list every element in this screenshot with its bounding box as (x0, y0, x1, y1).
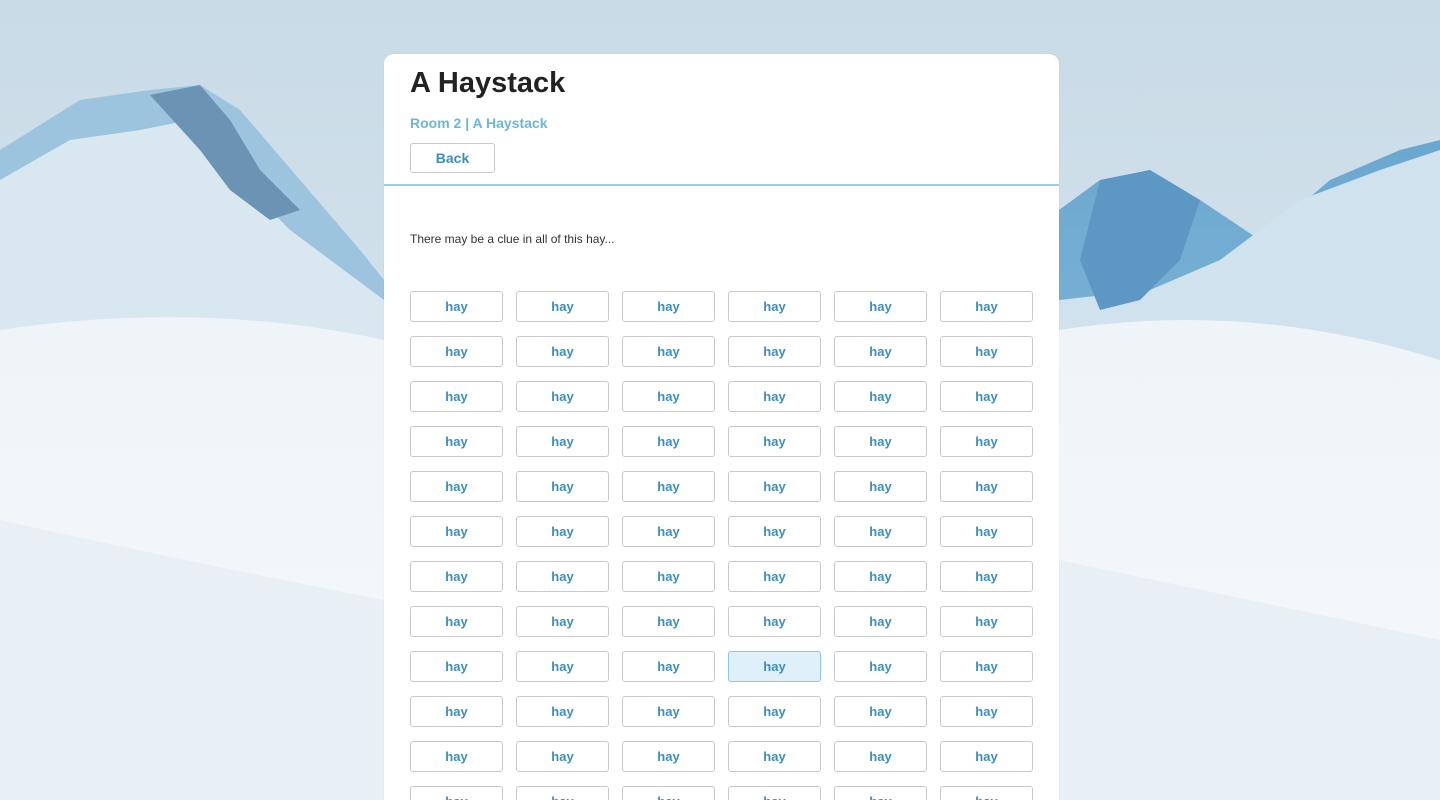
back-button[interactable]: Back (410, 143, 495, 173)
hay-button[interactable]: hay (622, 651, 715, 682)
hay-button[interactable]: hay (410, 696, 503, 727)
hay-button[interactable]: hay (728, 291, 821, 322)
hay-button[interactable]: hay (410, 516, 503, 547)
hay-button[interactable]: hay (834, 786, 927, 800)
hay-button[interactable]: hay (834, 381, 927, 412)
hay-button[interactable]: hay (728, 696, 821, 727)
hay-button[interactable]: hay (940, 336, 1033, 367)
hay-button[interactable]: hay (940, 561, 1033, 592)
hay-button[interactable]: hay (516, 471, 609, 502)
hay-button[interactable]: hay (834, 561, 927, 592)
hay-button[interactable]: hay (410, 471, 503, 502)
hay-button[interactable]: hay (410, 561, 503, 592)
hay-button[interactable]: hay (834, 606, 927, 637)
hay-button[interactable]: hay (622, 606, 715, 637)
hay-button[interactable]: hay (410, 381, 503, 412)
room-card: A Haystack Room 2 | A Haystack Back Ther… (384, 54, 1059, 800)
hay-grid: hay hay hay hay hay hay hay hay hay hay hay hay hay h… (410, 291, 1033, 800)
hay-button[interactable]: hay (728, 336, 821, 367)
hay-button[interactable]: hay (940, 696, 1033, 727)
hay-button[interactable]: hay (728, 786, 821, 800)
hay-button[interactable]: hay (622, 426, 715, 457)
hay-button[interactable]: hay (940, 471, 1033, 502)
hay-button[interactable]: hay (410, 426, 503, 457)
hay-button[interactable]: hay (516, 741, 609, 772)
hay-button[interactable]: hay (410, 741, 503, 772)
hay-button[interactable]: hay (940, 516, 1033, 547)
hay-button[interactable]: hay (834, 471, 927, 502)
hay-button[interactable]: hay (728, 471, 821, 502)
hay-button[interactable]: hay (940, 786, 1033, 800)
hay-button[interactable]: hay (728, 561, 821, 592)
hay-button[interactable]: hay (728, 381, 821, 412)
hay-button[interactable]: hay (834, 651, 927, 682)
hay-button[interactable]: hay (516, 336, 609, 367)
page-title: A Haystack (410, 67, 566, 99)
hay-button[interactable]: hay (622, 291, 715, 322)
hay-button[interactable]: hay (728, 741, 821, 772)
hay-button[interactable]: hay (516, 381, 609, 412)
hay-button[interactable]: hay (834, 516, 927, 547)
breadcrumb[interactable]: Room 2 | A Haystack (410, 115, 1033, 131)
hay-button[interactable]: hay (940, 651, 1033, 682)
hay-button[interactable]: hay (622, 336, 715, 367)
hay-button[interactable]: hay (516, 291, 609, 322)
hay-button[interactable]: hay (728, 426, 821, 457)
hay-button[interactable]: hay (728, 606, 821, 637)
hay-button[interactable]: hay (834, 336, 927, 367)
card-body: There may be a clue in all of this hay..… (384, 186, 1059, 246)
clue-text: There may be a clue in all of this hay..… (410, 232, 615, 246)
hay-button[interactable]: hay (728, 516, 821, 547)
hay-button[interactable]: hay (516, 606, 609, 637)
hay-button[interactable]: hay (834, 741, 927, 772)
hay-button[interactable]: hay (622, 381, 715, 412)
hay-button[interactable]: hay (622, 786, 715, 800)
hay-button[interactable]: hay (516, 651, 609, 682)
hay-button[interactable]: hay (410, 336, 503, 367)
hay-button[interactable]: hay (834, 426, 927, 457)
hay-button[interactable]: hay (834, 696, 927, 727)
hay-button[interactable]: hay (622, 561, 715, 592)
hay-button[interactable]: hay (940, 741, 1033, 772)
hay-button[interactable]: hay (622, 471, 715, 502)
hay-button[interactable]: hay (834, 291, 927, 322)
hay-button[interactable]: hay (516, 561, 609, 592)
hay-button[interactable]: hay (940, 381, 1033, 412)
hay-button[interactable]: hay (410, 291, 503, 322)
hay-button[interactable]: hay (940, 291, 1033, 322)
hay-button[interactable]: hay (622, 696, 715, 727)
card-header: A Haystack Room 2 | A Haystack Back (384, 54, 1059, 186)
hay-button[interactable]: hay (516, 696, 609, 727)
hay-button[interactable]: hay (728, 651, 821, 682)
hay-button[interactable]: hay (410, 651, 503, 682)
hay-button[interactable]: hay (516, 516, 609, 547)
hay-button[interactable]: hay (622, 516, 715, 547)
hay-button[interactable]: hay (516, 786, 609, 800)
hay-button[interactable]: hay (940, 606, 1033, 637)
hay-button[interactable]: hay (410, 786, 503, 800)
hay-button[interactable]: hay (622, 741, 715, 772)
hay-button[interactable]: hay (940, 426, 1033, 457)
hay-button[interactable]: hay (410, 606, 503, 637)
hay-button[interactable]: hay (516, 426, 609, 457)
